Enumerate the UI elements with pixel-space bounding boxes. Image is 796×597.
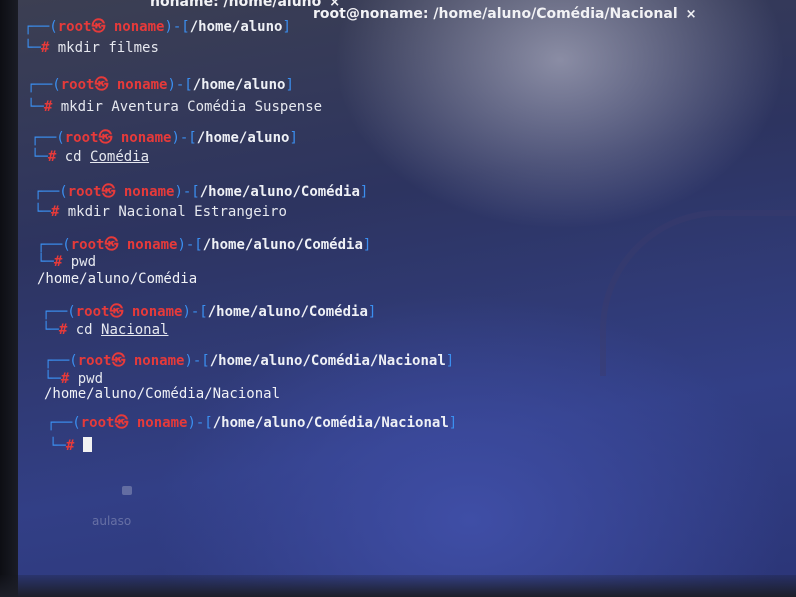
prompt-line: ┌──(root㉿ noname)-[/home/aluno] xyxy=(27,77,294,93)
text-cursor xyxy=(82,437,92,452)
command-line: └─# mkdir Nacional Estrangeiro xyxy=(34,204,287,220)
prompt-line: ┌──(root㉿ noname)-[/home/aluno/Comédia] xyxy=(34,184,369,200)
prompt-line: ┌──(root㉿ noname)-[/home/aluno] xyxy=(31,130,298,146)
command-line: └─# mkdir filmes xyxy=(24,40,159,56)
prompt-line: ┌──(root㉿ noname)-[/home/aluno/Comédia] xyxy=(37,237,372,253)
monitor-bezel-bottom xyxy=(0,575,796,597)
prompt-line: ┌──(root㉿ noname)-[/home/aluno/Comédia] xyxy=(42,304,377,320)
command-line: └─# cd Comédia xyxy=(31,149,150,165)
command-output: /home/aluno/Comédia xyxy=(37,271,198,287)
command-line: └─# pwd xyxy=(37,254,97,270)
command-line: └─# pwd xyxy=(44,371,104,387)
command-line: └─# mkdir Aventura Comédia Suspense xyxy=(27,99,323,115)
prompt-line: ┌──(root㉿ noname)-[/home/aluno/Comédia/N… xyxy=(47,415,458,431)
command-output: /home/aluno/Comédia/Nacional xyxy=(44,386,281,402)
command-line: └─# cd Nacional xyxy=(42,322,169,338)
prompt-line: ┌──(root㉿ noname)-[/home/aluno/Comédia/N… xyxy=(44,353,455,369)
prompt-line: ┌──(root㉿ noname)-[/home/aluno] xyxy=(24,19,291,35)
active-command-line[interactable]: └─# xyxy=(49,437,92,454)
terminal-output[interactable]: ┌──(root㉿ noname)-[/home/aluno] └─# mkdi… xyxy=(0,0,796,597)
